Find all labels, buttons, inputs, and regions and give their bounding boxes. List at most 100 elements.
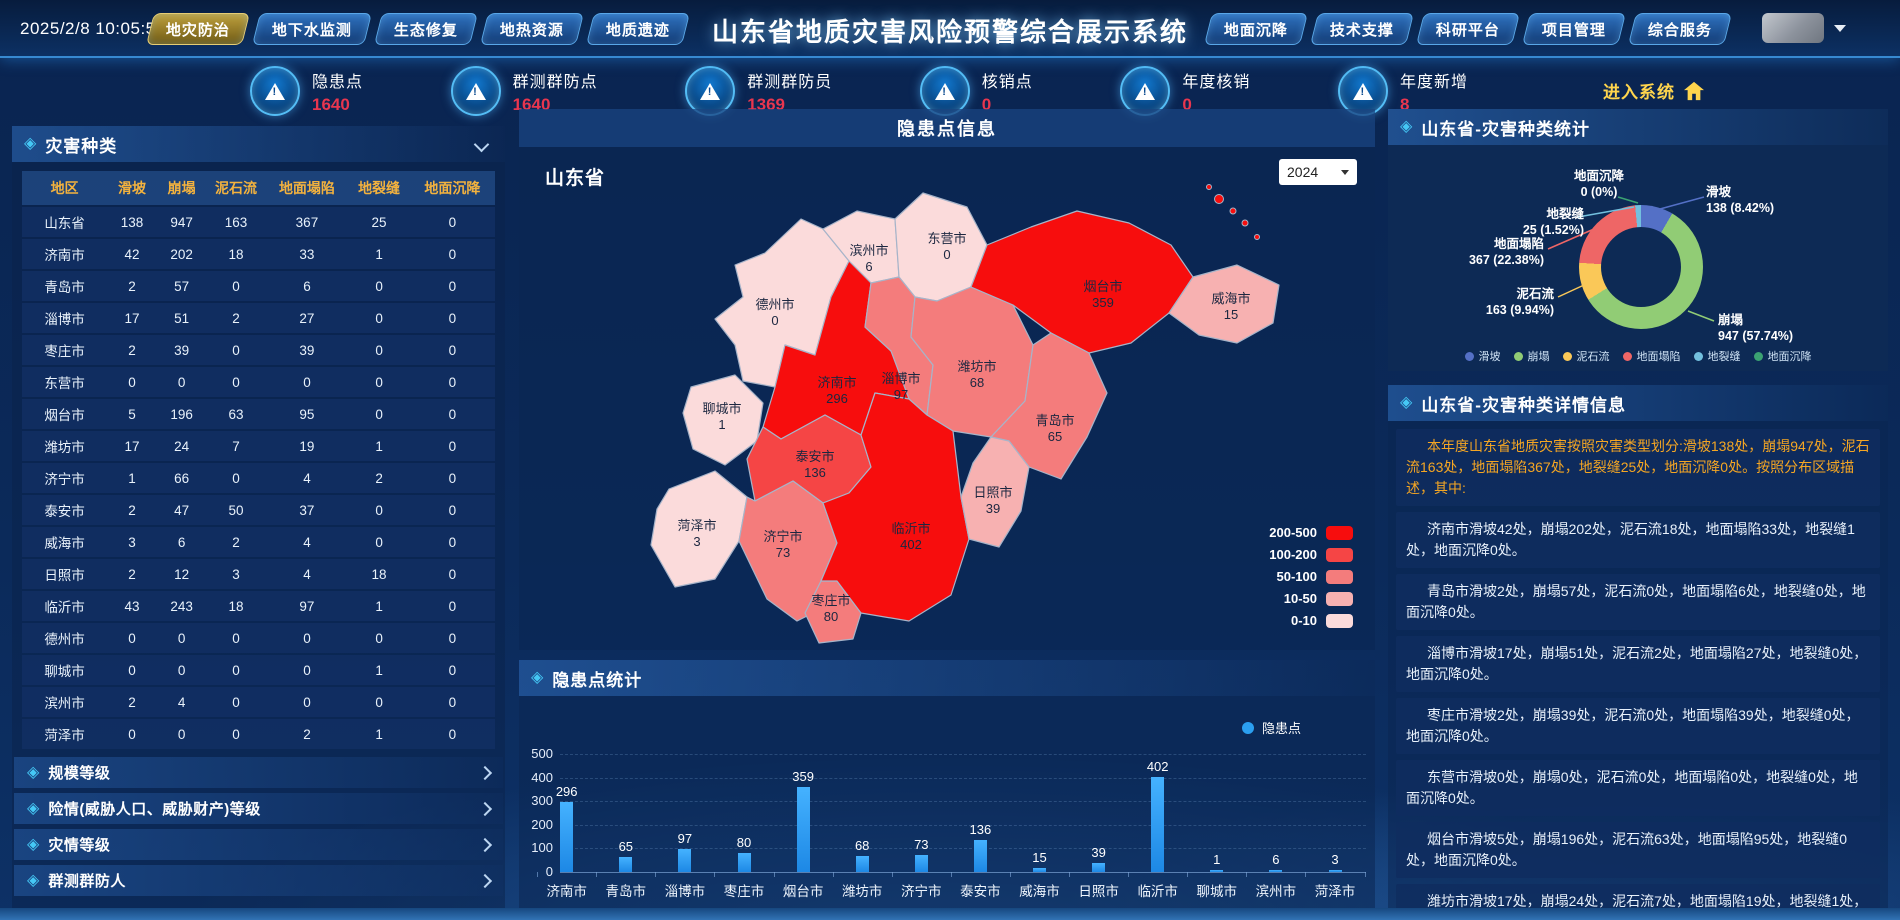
detail-row: 东营市滑坡0处，崩塌0处，泥石流0处，地面塌陷0处，地裂缝0处，地面沉降0处。 <box>1396 760 1880 816</box>
table-cell: 4 <box>266 471 349 486</box>
pie-legend-item-地面沉降[interactable]: 地面沉降 <box>1754 348 1812 364</box>
table-cell: 47 <box>157 503 207 518</box>
map-region-菏泽市[interactable] <box>651 471 747 587</box>
legend-swatch <box>1326 548 1353 562</box>
table-row[interactable]: 淄博市175122700 <box>22 303 495 333</box>
bar-chart: 0100200300400500296济南市65青岛市97淄博市80枣庄市359… <box>519 660 1375 908</box>
enter-system-link[interactable]: 进入系统 <box>1603 78 1705 103</box>
bar-枣庄市 <box>738 853 751 872</box>
pie-legend-item-地裂缝[interactable]: 地裂缝 <box>1694 348 1741 364</box>
table-row[interactable]: 日照市21234180 <box>22 559 495 589</box>
bar-value-label: 402 <box>1133 759 1183 774</box>
region-cell: 威海市 <box>22 532 107 552</box>
nav-tab-生态修复[interactable]: 生态修复 <box>374 13 478 45</box>
column-header: 地面塌陷 <box>266 178 349 198</box>
donut-callout-地面沉降: 地面沉降0 (0%) <box>1534 169 1664 200</box>
axis-tick <box>1128 872 1129 877</box>
table-row[interactable]: 滨州市240000 <box>22 687 495 717</box>
map-region-日照市[interactable] <box>961 437 1029 547</box>
pie-legend: 滑坡崩塌泥石流地面塌陷地裂缝地面沉降 <box>1388 348 1888 364</box>
table-cell: 0 <box>410 535 495 550</box>
table-cell: 4 <box>266 535 349 550</box>
nav-tab-科研平台[interactable]: 科研平台 <box>1416 13 1520 45</box>
nav-tab-地质遗迹[interactable]: 地质遗迹 <box>586 13 690 45</box>
chevron-down-icon[interactable] <box>474 136 490 152</box>
table-cell: 0 <box>410 631 495 646</box>
axis-tick <box>951 872 952 877</box>
table-cell: 0 <box>348 503 409 518</box>
table-row[interactable]: 聊城市000010 <box>22 655 495 685</box>
disaster-type-header[interactable]: ◈ 灾害种类 <box>12 126 505 162</box>
table-cell: 0 <box>410 599 495 614</box>
axis-tick <box>537 872 538 877</box>
table-cell: 2 <box>206 535 265 550</box>
table-row[interactable]: 山东省138947163367250 <box>22 207 495 237</box>
stat-value: 1640 <box>312 95 363 115</box>
x-axis-label: 青岛市 <box>595 880 657 900</box>
chevron-down-icon[interactable] <box>1834 25 1846 32</box>
nav-tab-地灾防治[interactable]: 地灾防治 <box>146 13 250 45</box>
table-row[interactable]: 临沂市43243189710 <box>22 591 495 621</box>
y-axis-label: 400 <box>519 770 553 785</box>
map-legend: 200-500100-20050-10010-500-10 <box>1269 525 1353 628</box>
nav-tab-地热资源[interactable]: 地热资源 <box>480 13 584 45</box>
accordion-list: ◈规模等级 ◈险情(威胁人口、威胁财产)等级 ◈灾情等级 ◈群测群防人 <box>12 757 505 896</box>
home-icon <box>1683 81 1705 101</box>
accordion-label: 灾情等级 <box>48 834 471 855</box>
accordion-险情(威胁人口、威胁财产)等级[interactable]: ◈险情(威胁人口、威胁财产)等级 <box>14 793 503 824</box>
map-legend-item: 50-100 <box>1269 569 1353 584</box>
axis-tick <box>596 872 597 877</box>
table-cell: 163 <box>206 215 265 230</box>
table-row[interactable]: 德州市000000 <box>22 623 495 653</box>
accordion-群测群防人[interactable]: ◈群测群防人 <box>14 865 503 896</box>
table-row[interactable]: 菏泽市000210 <box>22 719 495 749</box>
user-avatar[interactable] <box>1762 13 1824 43</box>
table-cell: 1 <box>348 439 409 454</box>
x-axis-label: 淄博市 <box>654 880 716 900</box>
hazard-bar-panel: ◈ 隐患点统计 隐患点 0100200300400500296济南市65青岛市9… <box>519 660 1375 908</box>
axis-tick <box>1187 872 1188 877</box>
pie-legend-item-滑坡[interactable]: 滑坡 <box>1465 348 1501 364</box>
table-cell: 0 <box>410 439 495 454</box>
table-cell: 0 <box>206 663 265 678</box>
tab-label: 技术支撑 <box>1330 19 1394 40</box>
nav-tab-技术支撑[interactable]: 技术支撑 <box>1310 13 1414 45</box>
region-cell: 聊城市 <box>22 660 107 680</box>
nav-tab-综合服务[interactable]: 综合服务 <box>1628 13 1732 45</box>
accordion-规模等级[interactable]: ◈规模等级 <box>14 757 503 788</box>
table-cell: 0 <box>206 471 265 486</box>
table-cell: 367 <box>266 215 349 230</box>
table-cell: 138 <box>107 215 157 230</box>
table-row[interactable]: 青岛市2570600 <box>22 271 495 301</box>
axis-tick <box>774 872 775 877</box>
pie-legend-item-泥石流[interactable]: 泥石流 <box>1563 348 1610 364</box>
accordion-灾情等级[interactable]: ◈灾情等级 <box>14 829 503 860</box>
table-row[interactable]: 烟台市5196639500 <box>22 399 495 429</box>
table-row[interactable]: 威海市362400 <box>22 527 495 557</box>
pie-legend-item-地面塌陷[interactable]: 地面塌陷 <box>1623 348 1681 364</box>
panel-title: 灾害种类 <box>45 132 117 157</box>
x-axis-label: 泰安市 <box>949 880 1011 900</box>
table-cell: 0 <box>266 375 349 390</box>
nav-tab-项目管理[interactable]: 项目管理 <box>1522 13 1626 45</box>
table-cell: 947 <box>157 215 207 230</box>
top-header: 2025/2/8 10:05:54 地灾防治地下水监测生态修复地热资源地质遗迹 … <box>0 0 1900 58</box>
table-cell: 1 <box>348 727 409 742</box>
nav-tab-地下水监测[interactable]: 地下水监测 <box>252 13 372 45</box>
grid-line <box>560 801 1366 802</box>
y-axis-label: 500 <box>519 746 553 761</box>
stat-label: 核销点 <box>982 68 1033 92</box>
pie-legend-item-崩塌[interactable]: 崩塌 <box>1514 348 1550 364</box>
stat-label: 隐患点 <box>312 68 363 92</box>
tab-label: 项目管理 <box>1542 19 1606 40</box>
table-row[interactable]: 潍坊市172471910 <box>22 431 495 461</box>
table-row[interactable]: 济南市42202183310 <box>22 239 495 269</box>
table-row[interactable]: 泰安市247503700 <box>22 495 495 525</box>
nav-tab-地面沉降[interactable]: 地面沉降 <box>1204 13 1308 45</box>
table-body: 山东省138947163367250济南市42202183310青岛市25706… <box>22 207 495 749</box>
table-row[interactable]: 东营市000000 <box>22 367 495 397</box>
table-cell: 0 <box>157 663 207 678</box>
table-row[interactable]: 枣庄市23903900 <box>22 335 495 365</box>
table-cell: 0 <box>157 631 207 646</box>
table-row[interactable]: 济宁市1660420 <box>22 463 495 493</box>
